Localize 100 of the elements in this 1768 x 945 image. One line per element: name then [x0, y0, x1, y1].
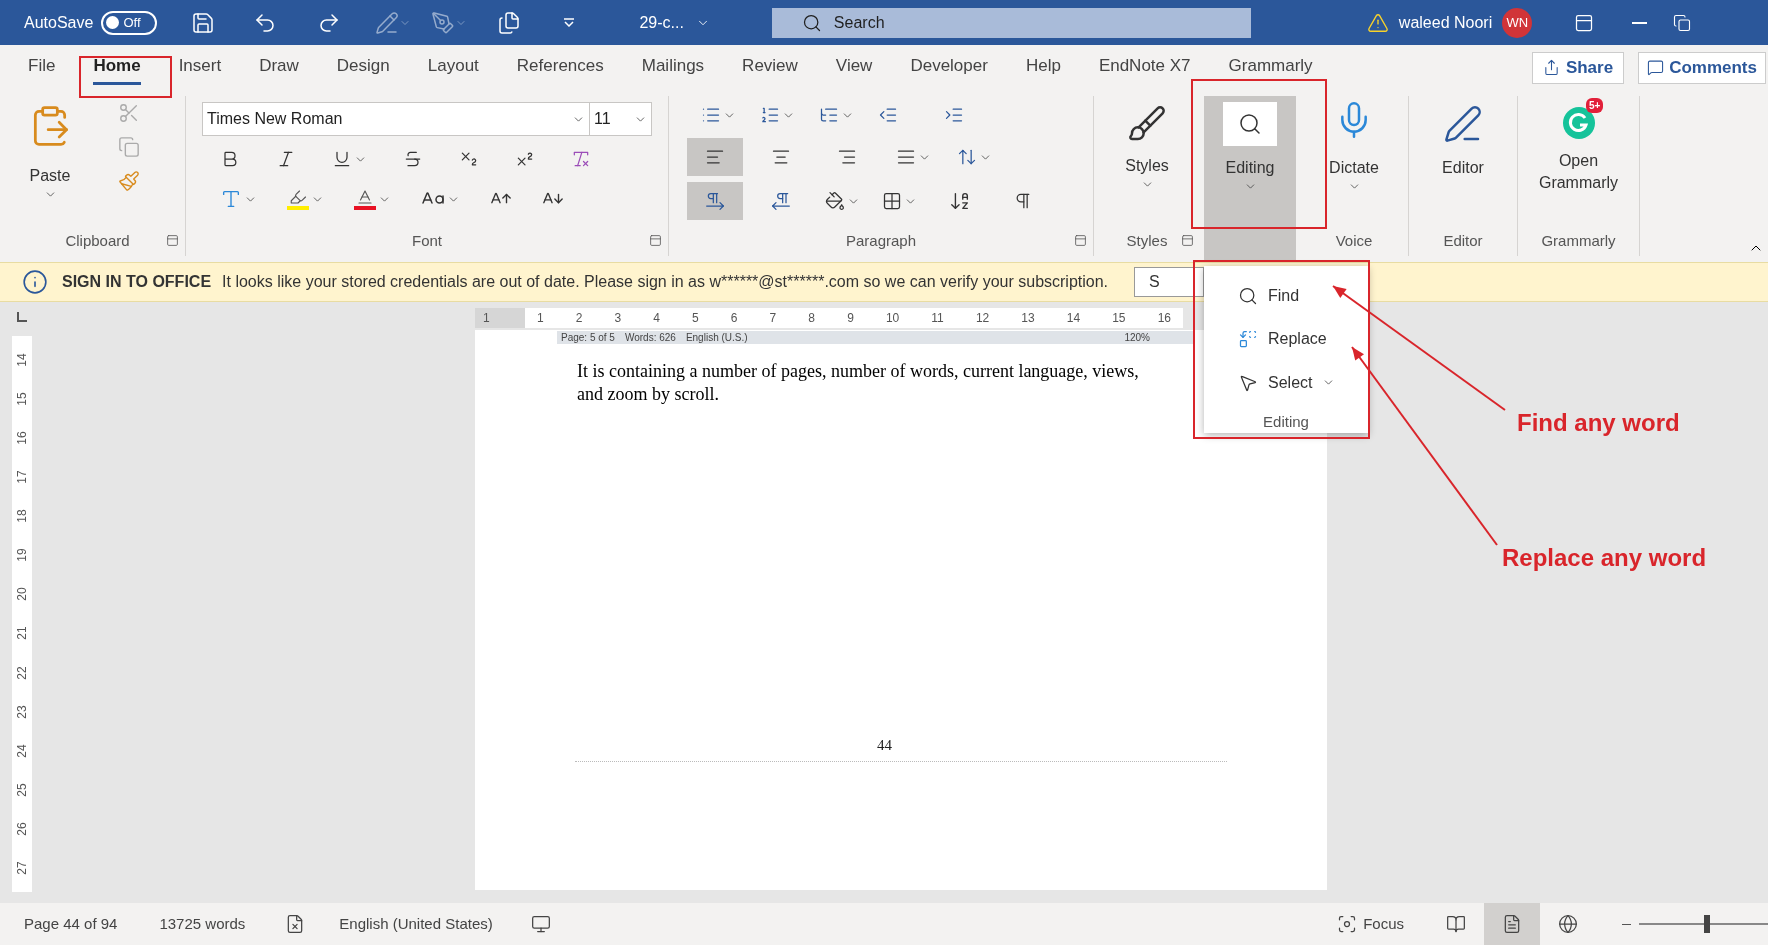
search-field[interactable]: Search: [771, 7, 1251, 38]
status-text: 120%: [1124, 332, 1150, 343]
group-label: Clipboard: [65, 230, 130, 251]
status-text: Page: 5 of 5: [561, 332, 615, 343]
user-avatar[interactable]: WN: [1502, 7, 1533, 38]
view-icon: [1446, 914, 1466, 934]
ribbon-tab[interactable]: Grammarly: [1228, 50, 1313, 85]
ruler-number: 14: [1066, 310, 1081, 327]
cut-icon: [118, 102, 140, 124]
ruler-number: 22: [16, 665, 28, 680]
ribbon-tab[interactable]: EndNote X7: [1098, 50, 1191, 85]
comments-button[interactable]: Comments: [1638, 51, 1766, 84]
styles-button[interactable]: Styles: [1094, 96, 1200, 226]
page-number: 44: [877, 736, 893, 755]
customize-icon[interactable]: [563, 18, 576, 27]
ruler-number: 1: [483, 310, 490, 327]
strikethrough-icon: [403, 149, 423, 169]
ruler-number: 15: [1112, 310, 1126, 327]
ruler-number: 3: [614, 310, 622, 327]
view-button[interactable]: [1484, 903, 1540, 945]
zoom-thumb[interactable]: [1703, 915, 1710, 933]
ribbon-tab[interactable]: File: [28, 50, 56, 85]
font-color-icon: [354, 188, 376, 210]
ribbon-tab[interactable]: Insert: [178, 50, 222, 85]
ribbon-tab[interactable]: Review: [742, 50, 798, 85]
zoom-slider[interactable]: [1622, 914, 1768, 934]
pages-icon: [497, 10, 522, 35]
annotation-label: Replace any word: [1502, 543, 1707, 573]
menu-item[interactable]: Find: [1204, 274, 1368, 318]
page-count[interactable]: Page 44 of 94: [24, 912, 118, 936]
minimize-icon[interactable]: [1632, 21, 1648, 24]
numbered-list-icon: [760, 105, 780, 125]
ruler-number: 25: [16, 783, 28, 797]
language-status[interactable]: English (United States): [339, 912, 493, 936]
ruler-number: 15: [16, 392, 28, 406]
view-icon: [1502, 914, 1522, 934]
annotation-label: Find any word: [1517, 408, 1680, 438]
editor-button[interactable]: Editor: [1409, 96, 1517, 226]
dialog-launcher-icon: [649, 234, 662, 247]
share-icon: [1542, 59, 1560, 76]
ruler-number: 16: [16, 431, 28, 445]
sign-in-button[interactable]: S: [1134, 267, 1205, 297]
ruler-number: 18: [16, 509, 28, 523]
ruler-number: 6: [730, 310, 738, 327]
tab-stop-icon[interactable]: [17, 312, 27, 322]
pen-icon: [1443, 104, 1483, 144]
ruler-number: 26: [16, 822, 28, 836]
replace-icon: [1238, 329, 1258, 350]
status-text: Words: 626: [624, 332, 676, 343]
ruler-number: 11: [931, 310, 944, 327]
ribbon-tab[interactable]: Design: [336, 50, 390, 85]
user-name: waleed Noori: [1398, 12, 1493, 33]
ribbon-tab[interactable]: View: [835, 50, 873, 85]
restore-icon: [1673, 13, 1692, 32]
ruler-number: 7: [769, 310, 777, 327]
group-label: Paragraph: [845, 230, 917, 251]
ribbon-tab[interactable]: Layout: [427, 50, 479, 85]
ruler-number: 27: [16, 861, 28, 875]
menu-item[interactable]: Replace: [1204, 317, 1368, 361]
share-button[interactable]: Share: [1531, 51, 1625, 84]
info-icon: [22, 269, 48, 295]
text-direction-button[interactable]: [687, 182, 743, 220]
autosave-toggle[interactable]: Off: [101, 10, 158, 35]
ruler-number: 14: [16, 353, 28, 367]
font-name-field[interactable]: Times New Roman: [202, 102, 590, 136]
focus-button[interactable]: Focus: [1337, 912, 1404, 936]
ruler-number: 23: [16, 704, 28, 719]
group-label: Font: [412, 230, 442, 251]
ribbon-tab[interactable]: Draw: [259, 50, 299, 85]
document-title[interactable]: 29-c...: [639, 10, 684, 35]
borders-icon: [882, 191, 902, 211]
dialog-launcher-icon: [1074, 234, 1087, 247]
ribbon-tab[interactable]: Developer: [910, 50, 988, 85]
ruler-number: 8: [808, 310, 816, 327]
ruler-number: 1: [537, 310, 544, 327]
paste-button[interactable]: Paste: [10, 96, 90, 226]
sort-icon: [949, 190, 971, 212]
ribbon-tab[interactable]: Home: [93, 50, 141, 85]
group-label: Grammarly: [1541, 230, 1616, 251]
pencil-icon: [375, 10, 400, 35]
info-title: SIGN IN TO OFFICE: [62, 272, 212, 292]
status-text: English (U.S.): [685, 332, 748, 343]
ribbon-tab[interactable]: Mailings: [641, 50, 705, 85]
ribbon-tab[interactable]: Help: [1025, 50, 1061, 85]
font-size-field[interactable]: 11: [590, 102, 652, 136]
ribbon-tab[interactable]: References: [516, 50, 604, 85]
copy-icon: [118, 136, 140, 158]
dictate-button[interactable]: Dictate: [1300, 96, 1408, 226]
save-icon: [191, 10, 216, 35]
ruler-number: 13: [1021, 310, 1035, 327]
ruler-number: 20: [16, 587, 28, 602]
word-count[interactable]: 13725 words: [159, 912, 246, 936]
open-grammarly-button[interactable]: 5+ Open Grammarly: [1518, 96, 1639, 226]
editing-button[interactable]: Editing: [1204, 96, 1296, 262]
format-painter-icon: [118, 170, 140, 192]
line-spacing-icon: [957, 147, 977, 167]
group-label: Styles: [1126, 230, 1168, 251]
menu-item[interactable]: Select: [1204, 361, 1368, 405]
document-paragraph: It is containing a number of pages, number of words, current language, views, and zoom by scroll.: [577, 360, 1140, 406]
ruler-number: 19: [16, 548, 28, 562]
